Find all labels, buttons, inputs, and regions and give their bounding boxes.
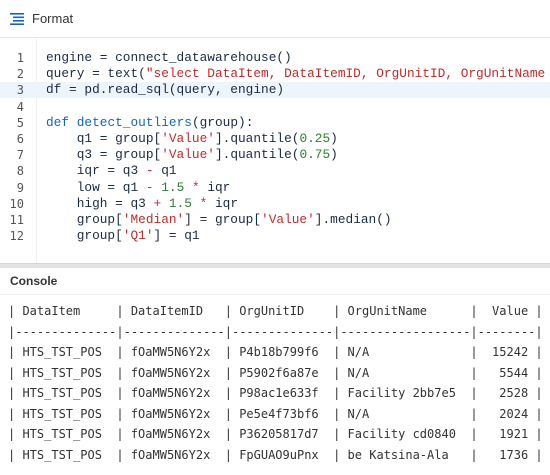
- code-text: group['Median'] = group['Value'].median(…: [46, 212, 392, 227]
- format-label: Format: [32, 11, 74, 26]
- line-number: 2: [16, 67, 24, 82]
- output-row: | HTS_TST_POS | fOaMW5N6Y2x | FpGUAO9uPn…: [8, 447, 543, 462]
- format-lines-icon: [10, 12, 24, 25]
- code-text: low = q1 - 1.5 * iqr: [46, 179, 231, 195]
- code-line[interactable]: 5 def detect_outliers(group):: [0, 115, 550, 131]
- line-number: 5: [16, 115, 24, 130]
- output-header-row: | DataItem | DataItemID | OrgUnitID | Or…: [8, 304, 543, 318]
- code-text: q1 = group['Value'].quantile(0.25): [46, 131, 338, 146]
- line-number: 7: [16, 148, 24, 163]
- line-number: 4: [16, 99, 24, 114]
- output-separator-row: |--------------|--------------|---------…: [8, 324, 543, 339]
- code-editor[interactable]: 1 engine = connect_datawarehouse() 2 query …: [0, 39, 550, 264]
- line-number: 1: [16, 51, 24, 65]
- code-text: engine = connect_datawarehouse(): [46, 50, 292, 65]
- line-number: 3: [16, 83, 24, 98]
- line-number: 10: [9, 196, 24, 211]
- output-row: | HTS_TST_POS | fOaMW5N6Y2x | P36205817d…: [8, 427, 543, 441]
- code-line[interactable]: 6 q1 = group['Value'].quantile(0.25): [0, 131, 550, 147]
- code-line[interactable]: 10 high = q3 + 1.5 * iqr: [0, 196, 550, 212]
- code-line[interactable]: 3 df = pd.read_sql(query, engine): [0, 82, 550, 99]
- code-line[interactable]: 4: [0, 99, 550, 115]
- code-line[interactable]: 8 iqr = q3 - q1: [0, 163, 550, 179]
- output-row: | HTS_TST_POS | fOaMW5N6Y2x | Pe5e4f73bf…: [8, 406, 543, 421]
- code-line[interactable]: 1 engine = connect_datawarehouse(): [0, 50, 550, 66]
- output-row: | HTS_TST_POS | fOaMW5N6Y2x | P5902f6a87…: [8, 365, 543, 380]
- console-output: | DataItem | DataItemID | OrgUnitID | Or…: [0, 294, 550, 475]
- code-line[interactable]: 9 low = q1 - 1.5 * iqr: [0, 180, 550, 196]
- toolbar: Format: [0, 0, 550, 38]
- code-line[interactable]: 2 query = text("select DataItem, DataItem…: [0, 66, 550, 82]
- code-text: query = text("select DataItem, DataItemI…: [46, 66, 546, 82]
- line-number: 8: [16, 164, 24, 179]
- code-text: def detect_outliers(group):: [46, 114, 254, 130]
- console-header: Console: [0, 268, 550, 294]
- line-number: 12: [9, 229, 24, 244]
- output-row: | HTS_TST_POS | fOaMW5N6Y2x | P4b18b799f…: [8, 345, 543, 359]
- code-text: df = pd.read_sql(query, engine): [46, 82, 285, 98]
- code-text: iqr = q3 - q1: [46, 163, 177, 179]
- format-button[interactable]: Format: [10, 6, 73, 32]
- code-text: q3 = group['Value'].quantile(0.75): [46, 147, 338, 163]
- code-line[interactable]: 7 q3 = group['Value'].quantile(0.75): [0, 147, 550, 163]
- line-number: 11: [9, 213, 24, 227]
- line-number: 6: [16, 132, 24, 146]
- code-line[interactable]: 12 group['Q1'] = q1: [0, 228, 550, 244]
- output-row: | HTS_TST_POS | fOaMW5N6Y2x | P98ac1e633…: [8, 386, 543, 400]
- line-number: 9: [16, 180, 24, 195]
- code-line[interactable]: 11 group['Median'] = group['Value'].medi…: [0, 212, 550, 228]
- code-text: group['Q1'] = q1: [46, 228, 200, 244]
- code-text: high = q3 + 1.5 * iqr: [46, 195, 239, 211]
- console-title: Console: [10, 274, 58, 288]
